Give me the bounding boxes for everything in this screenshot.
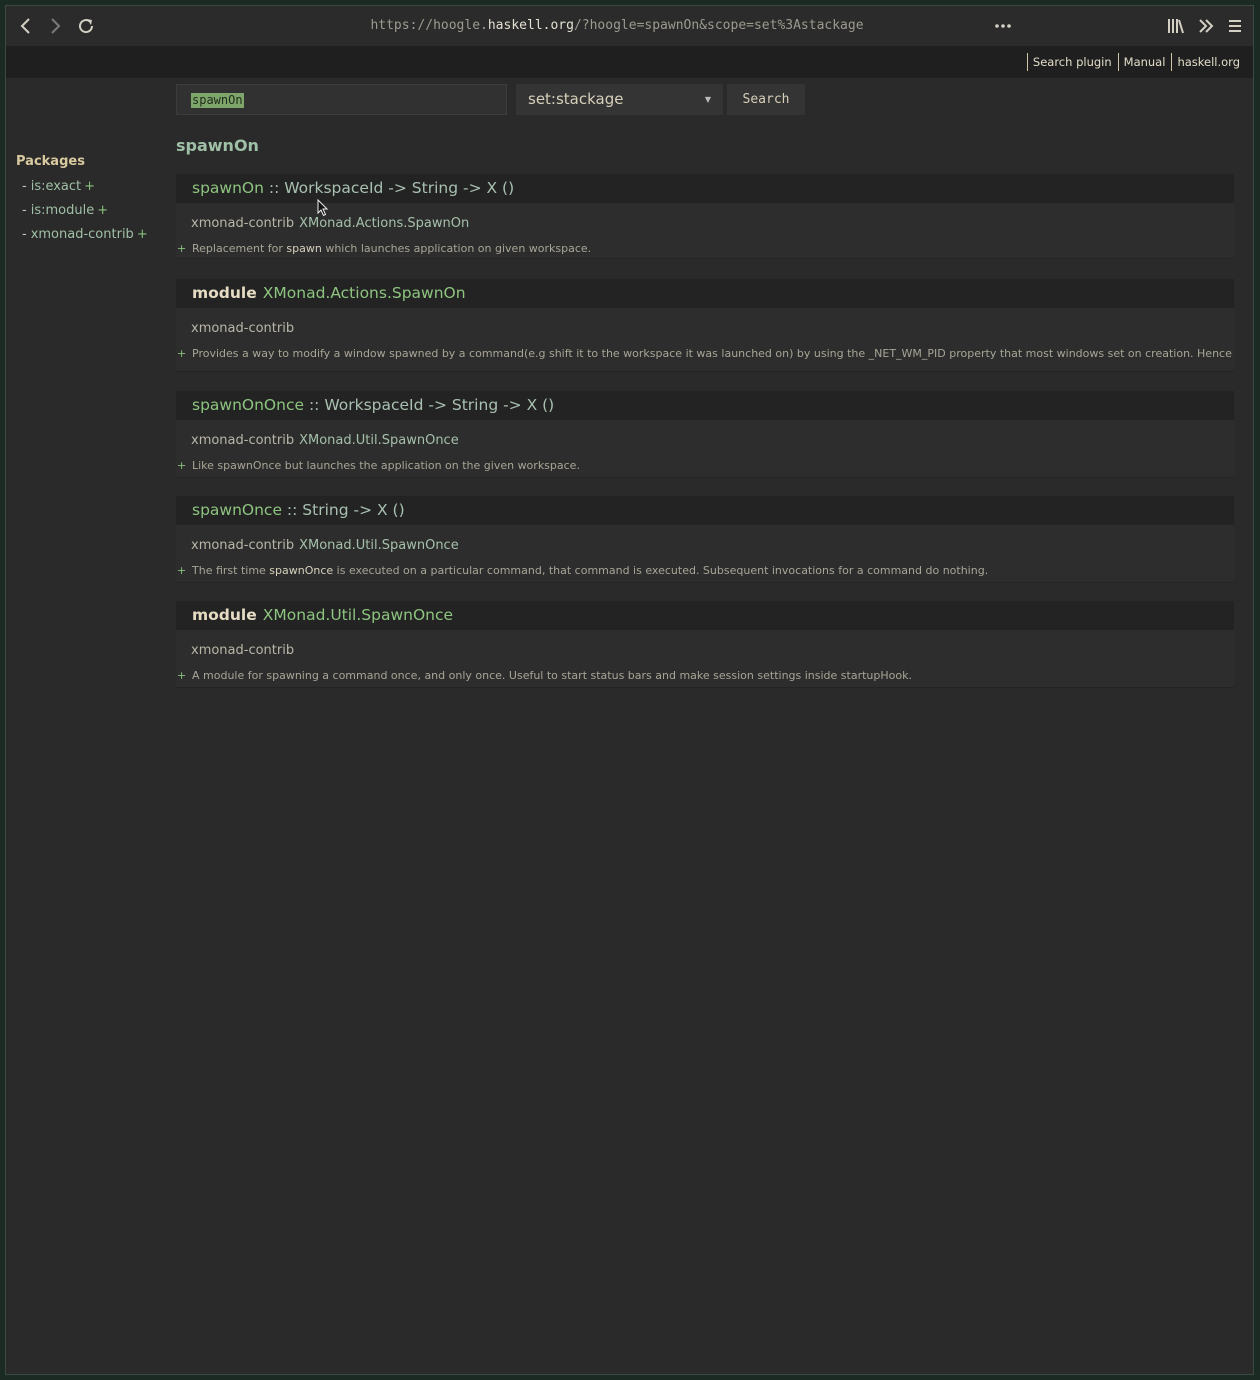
reload-icon[interactable] bbox=[74, 14, 98, 38]
top-links-bar: Search plugin Manual haskell.org bbox=[6, 46, 1253, 78]
result-item: spawnOnOnce :: WorkspaceId -> String -> … bbox=[176, 391, 1234, 477]
back-icon[interactable] bbox=[14, 14, 38, 38]
hamburger-menu-icon[interactable] bbox=[1223, 14, 1247, 38]
sidebar-add-xmonad-contrib[interactable]: + bbox=[137, 227, 148, 242]
result-head: module XMonad.Util.SpawnOnce bbox=[176, 601, 1234, 630]
result-head: spawnOnOnce :: WorkspaceId -> String -> … bbox=[176, 391, 1234, 420]
doc-text: Provides a way to modify a window spawne… bbox=[192, 347, 1232, 360]
sidebar-item-is-exact: - is:exact + bbox=[16, 175, 166, 199]
sidebar-add-is-exact[interactable]: + bbox=[84, 179, 95, 194]
module-keyword: module bbox=[192, 606, 257, 624]
result-name-link[interactable]: spawnOn bbox=[192, 179, 264, 197]
doc-text: The first time bbox=[192, 564, 270, 577]
sidebar-item-is-module: - is:module + bbox=[16, 199, 166, 223]
overflow-icon[interactable] bbox=[1194, 14, 1218, 38]
url-host: haskell.org bbox=[487, 18, 574, 33]
result-package-link[interactable]: xmonad-contrib bbox=[191, 538, 294, 553]
result-doc: + A module for spawning a command once, a… bbox=[176, 669, 1234, 687]
library-icon[interactable] bbox=[1164, 14, 1188, 38]
forward-icon[interactable] bbox=[43, 14, 67, 38]
search-button[interactable]: Search bbox=[727, 84, 805, 115]
result-module-name-link[interactable]: XMonad.Util.SpawnOnce bbox=[263, 606, 453, 624]
expand-doc-button[interactable]: + bbox=[177, 242, 186, 256]
scope-select[interactable]: set:stackage ▼ bbox=[516, 84, 723, 115]
result-package-link[interactable]: xmonad-contrib bbox=[191, 321, 294, 336]
url-bar[interactable]: https://hoogle.haskell.org/?hoogle=spawn… bbox=[256, 16, 978, 36]
result-head: module XMonad.Actions.SpawnOn bbox=[176, 279, 1234, 308]
search-query-text: spawnOn bbox=[191, 93, 244, 108]
result-module-link[interactable]: XMonad.Util.SpawnOnce bbox=[299, 433, 459, 448]
sidebar-add-is-module[interactable]: + bbox=[97, 203, 108, 218]
browser-window: https://hoogle.haskell.org/?hoogle=spawn… bbox=[5, 5, 1254, 1375]
doc-code: spawn bbox=[286, 242, 322, 255]
mouse-cursor-icon bbox=[317, 199, 329, 217]
url-prefix: https://hoogle. bbox=[370, 18, 488, 33]
sidebar-title: Packages bbox=[16, 154, 85, 169]
doc-text: A module for spawning a command once, an… bbox=[192, 669, 912, 682]
result-package-line: xmonad-contrib XMonad.Util.SpawnOnce bbox=[176, 432, 1234, 450]
results-title: spawnOn bbox=[176, 136, 259, 155]
expand-doc-button[interactable]: + bbox=[177, 564, 186, 578]
result-package-link[interactable]: xmonad-contrib bbox=[191, 643, 294, 658]
browser-toolbar: https://hoogle.haskell.org/?hoogle=spawn… bbox=[6, 6, 1253, 46]
result-package-line: xmonad-contrib XMonad.Actions.SpawnOn bbox=[176, 215, 1234, 233]
more-actions-icon[interactable] bbox=[991, 14, 1015, 38]
result-item: spawnOnce :: String -> X () xmonad-contr… bbox=[176, 496, 1234, 582]
packages-sidebar: Packages - is:exact + - is:module + - xmonad-… bbox=[16, 154, 166, 247]
result-module-link[interactable]: XMonad.Actions.SpawnOn bbox=[299, 216, 469, 231]
result-package-link[interactable]: xmonad-contrib bbox=[191, 216, 294, 231]
result-doc: + Replacement for spawn which launches ap… bbox=[176, 242, 1234, 260]
sidebar-dash: - bbox=[22, 227, 27, 242]
sidebar-link-xmonad-contrib[interactable]: xmonad-contrib bbox=[31, 227, 134, 242]
result-package-line: xmonad-contrib XMonad.Util.SpawnOnce bbox=[176, 537, 1234, 555]
result-item: module XMonad.Actions.SpawnOn xmonad-cont… bbox=[176, 279, 1234, 371]
sidebar-item-xmonad-contrib: - xmonad-contrib + bbox=[16, 223, 166, 247]
result-item: module XMonad.Util.SpawnOnce xmonad-contr… bbox=[176, 601, 1234, 687]
dropdown-caret-icon: ▼ bbox=[704, 95, 711, 104]
search-plugin-link[interactable]: Search plugin bbox=[1026, 53, 1117, 71]
result-head: spawnOnce :: String -> X () bbox=[176, 496, 1234, 525]
module-keyword: module bbox=[192, 284, 257, 302]
doc-text: which launches application on given work… bbox=[321, 242, 592, 255]
expand-doc-button[interactable]: + bbox=[177, 669, 186, 683]
scope-value: set:stackage bbox=[528, 90, 624, 108]
result-name-link[interactable]: spawnOnce bbox=[192, 501, 282, 519]
result-module-link[interactable]: XMonad.Util.SpawnOnce bbox=[299, 538, 459, 553]
result-signature: :: String -> X () bbox=[282, 501, 405, 519]
manual-link[interactable]: Manual bbox=[1117, 53, 1171, 71]
sidebar-link-is-exact[interactable]: is:exact bbox=[31, 179, 81, 194]
result-head: spawnOn :: WorkspaceId -> String -> X () bbox=[176, 174, 1234, 203]
expand-doc-button[interactable]: + bbox=[177, 347, 186, 361]
doc-code: spawnOnce bbox=[269, 564, 334, 577]
result-signature: :: WorkspaceId -> String -> X () bbox=[304, 396, 555, 414]
sidebar-dash: - bbox=[22, 203, 27, 218]
url-suffix: /?hoogle=spawnOn&scope=set%3Astackage bbox=[573, 18, 864, 33]
doc-text: Like spawnOnce but launches the applicat… bbox=[192, 459, 580, 472]
result-package-line: xmonad-contrib bbox=[176, 320, 1234, 338]
search-input[interactable]: spawnOn bbox=[176, 84, 507, 115]
sidebar-dash: - bbox=[22, 179, 27, 194]
result-doc: + The first time spawnOnce is executed on… bbox=[176, 564, 1234, 582]
result-signature: :: WorkspaceId -> String -> X () bbox=[263, 179, 515, 197]
result-item: spawnOn :: WorkspaceId -> String -> X ()… bbox=[176, 174, 1234, 258]
doc-text: is executed on a particular command, tha… bbox=[333, 564, 989, 577]
result-doc: + Provides a way to modify a window spawn… bbox=[176, 347, 1234, 361]
expand-doc-button[interactable]: + bbox=[177, 459, 186, 473]
sidebar-link-is-module[interactable]: is:module bbox=[31, 203, 94, 218]
haskell-org-link[interactable]: haskell.org bbox=[1171, 53, 1245, 71]
result-module-name-link[interactable]: XMonad.Actions.SpawnOn bbox=[263, 284, 466, 302]
result-doc: + Like spawnOnce but launches the applica… bbox=[176, 459, 1234, 477]
doc-text: Replacement for bbox=[192, 242, 287, 255]
result-package-link[interactable]: xmonad-contrib bbox=[191, 433, 294, 448]
result-name-link[interactable]: spawnOnOnce bbox=[192, 396, 304, 414]
result-package-line: xmonad-contrib bbox=[176, 642, 1234, 660]
